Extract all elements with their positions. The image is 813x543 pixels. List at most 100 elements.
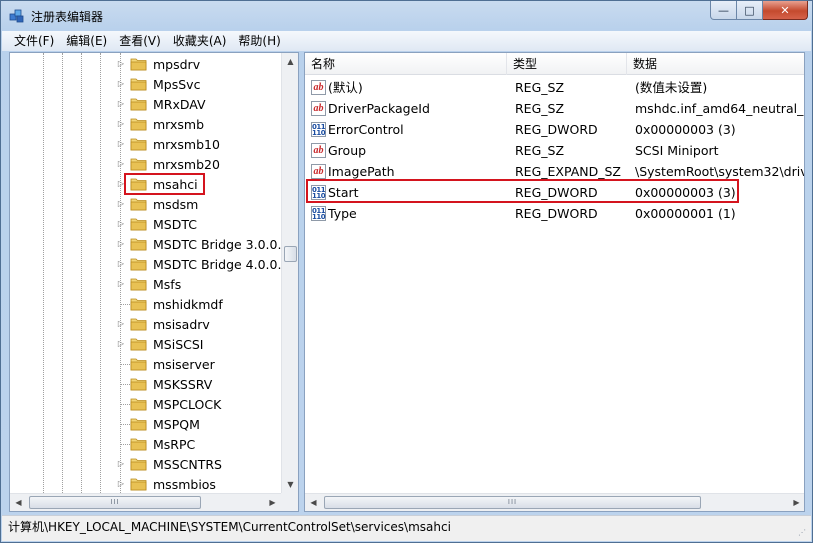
scroll-down-arrow-icon[interactable]: ▼ [282, 476, 299, 493]
folder-icon [130, 458, 147, 471]
tree-item[interactable]: ▷ MpsSvc [10, 74, 282, 94]
column-header-data[interactable]: 数据 [627, 53, 804, 75]
folder-icon [130, 218, 147, 231]
tree-item[interactable]: ▷ MSSCNTRS [10, 454, 282, 474]
tree-item[interactable]: ▷ MSDTC [10, 214, 282, 234]
string-value-icon: ab [311, 101, 326, 116]
tree-item-label: msisadrv [153, 317, 210, 332]
tree-item[interactable]: ▷ mrxsmb10 [10, 134, 282, 154]
tree-item-label: msdsm [153, 197, 199, 212]
expand-arrow-icon[interactable]: ▷ [117, 479, 125, 489]
tree-item[interactable]: msiserver [10, 354, 282, 374]
tree-item[interactable]: ▷ msisadrv [10, 314, 282, 334]
minimize-button[interactable]: — [710, 1, 737, 20]
expand-arrow-icon[interactable]: ▷ [117, 119, 125, 129]
list-header: 名称 类型 数据 [305, 53, 804, 75]
value-row[interactable]: 011 110 Type REG_DWORD 0x00000001 (1) [305, 203, 804, 224]
key-tree-pane: ▷ mpsdrv ▷ MpsSvc ▷ MRxDAV ▷ mrxsmb ▷ mrxsmb10 ▷ mr… [9, 52, 299, 512]
tree-item-label: mpsdrv [153, 57, 201, 72]
tree-item-label: mssmbios [153, 477, 216, 492]
value-type: REG_SZ [515, 101, 565, 116]
scroll-left-arrow-icon[interactable]: ◀ [305, 494, 322, 511]
menu-favorites[interactable]: 收藏夹(A) [167, 32, 233, 50]
value-data: 0x00000001 (1) [635, 206, 736, 221]
value-row[interactable]: 011 110 ErrorControl REG_DWORD 0x00000003 (3… [305, 119, 804, 140]
expand-arrow-icon[interactable]: ▷ [117, 59, 125, 69]
folder-icon [130, 398, 147, 411]
tree-item[interactable]: MSPCLOCK [10, 394, 282, 414]
list-horizontal-scrollbar[interactable]: ◀ III ▶ [305, 493, 804, 511]
folder-icon [130, 418, 147, 431]
value-data: SCSI Miniport [635, 143, 719, 158]
folder-icon [130, 78, 147, 91]
menu-view[interactable]: 查看(V) [113, 32, 167, 50]
expand-arrow-icon[interactable]: ▷ [117, 459, 125, 469]
tree-item[interactable]: mshidkmdf [10, 294, 282, 314]
scroll-left-arrow-icon[interactable]: ◀ [10, 494, 27, 511]
tree-item[interactable]: ▷ Msfs [10, 274, 282, 294]
tree-item-label: mrxsmb10 [153, 137, 220, 152]
maximize-button[interactable]: □ [737, 1, 763, 20]
close-icon: ✕ [780, 3, 790, 17]
tree-hscroll-thumb[interactable]: III [29, 496, 201, 509]
string-value-icon: ab [311, 80, 326, 95]
tree-item[interactable]: ▷ mrxsmb [10, 114, 282, 134]
tree-scroll-thumb[interactable] [284, 246, 297, 262]
menu-help[interactable]: 帮助(H) [232, 32, 286, 50]
list-hscroll-thumb[interactable]: III [324, 496, 701, 509]
tree-item[interactable]: ▷ msdsm [10, 194, 282, 214]
menu-file[interactable]: 文件(F) [8, 32, 60, 50]
tree-item[interactable]: ▷ MSiSCSI [10, 334, 282, 354]
column-header-name[interactable]: 名称 [305, 53, 507, 75]
expand-arrow-icon[interactable]: ▷ [117, 219, 125, 229]
tree-item[interactable]: MSKSSRV [10, 374, 282, 394]
key-tree[interactable]: ▷ mpsdrv ▷ MpsSvc ▷ MRxDAV ▷ mrxsmb ▷ mrxsmb10 ▷ mr… [10, 53, 282, 493]
expand-arrow-icon[interactable]: ▷ [117, 259, 125, 269]
value-row[interactable]: ab DriverPackageId REG_SZ mshdc.inf_amd64_n… [305, 98, 804, 119]
tree-horizontal-scrollbar[interactable]: ◀ III ▶ [10, 493, 281, 511]
tree-item-label: MSKSSRV [153, 377, 213, 392]
expand-arrow-icon[interactable]: ▷ [117, 99, 125, 109]
expand-arrow-icon[interactable]: ▷ [117, 319, 125, 329]
close-button[interactable]: ✕ [763, 1, 808, 20]
value-row[interactable]: ab (默认) REG_SZ (数值未设置) [305, 77, 804, 98]
value-data: (数值未设置) [635, 80, 708, 95]
tree-item-label: MSPQM [153, 417, 200, 432]
tree-item[interactable]: MSPQM [10, 414, 282, 434]
expand-arrow-icon[interactable]: ▷ [117, 279, 125, 289]
value-name: ErrorControl [328, 122, 404, 137]
tree-item[interactable]: ▷ MSDTC Bridge 4.0.0.0 [10, 254, 282, 274]
tree-item-label: mrxsmb20 [153, 157, 220, 172]
regedit-icon [9, 9, 24, 23]
scroll-right-arrow-icon[interactable]: ▶ [264, 494, 281, 511]
tree-item[interactable]: ▷ mrxsmb20 [10, 154, 282, 174]
value-type: REG_DWORD [515, 206, 598, 221]
title-bar[interactable]: 注册表编辑器 — □ ✕ [1, 1, 812, 31]
value-row[interactable]: ab Group REG_SZ SCSI Miniport [305, 140, 804, 161]
value-name: ImagePath [328, 164, 395, 179]
expand-arrow-icon[interactable]: ▷ [117, 159, 125, 169]
tree-vertical-scrollbar[interactable]: ▲ ▼ [281, 53, 298, 493]
caption-buttons: — □ ✕ [710, 1, 808, 22]
resize-grip-icon[interactable]: ⋰ [798, 528, 808, 538]
string-value-icon: ab [311, 143, 326, 158]
tree-item-label: MSiSCSI [153, 337, 204, 352]
folder-icon [130, 98, 147, 111]
expand-arrow-icon[interactable]: ▷ [117, 139, 125, 149]
tree-item[interactable]: ▷ mpsdrv [10, 54, 282, 74]
column-header-type[interactable]: 类型 [507, 53, 627, 75]
tree-item-label: MpsSvc [153, 77, 201, 92]
highlight-box-start [306, 179, 739, 203]
scroll-right-arrow-icon[interactable]: ▶ [788, 494, 804, 511]
scroll-up-arrow-icon[interactable]: ▲ [282, 53, 299, 70]
values-pane: 名称 类型 数据 ab (默认) REG_SZ (数值未设置) ab DriverPack… [304, 52, 805, 512]
tree-item[interactable]: ▷ MRxDAV [10, 94, 282, 114]
menu-edit[interactable]: 编辑(E) [60, 32, 113, 50]
expand-arrow-icon[interactable]: ▷ [117, 199, 125, 209]
expand-arrow-icon[interactable]: ▷ [117, 79, 125, 89]
tree-item[interactable]: ▷ mssmbios [10, 474, 282, 493]
expand-arrow-icon[interactable]: ▷ [117, 339, 125, 349]
expand-arrow-icon[interactable]: ▷ [117, 239, 125, 249]
tree-item[interactable]: ▷ MSDTC Bridge 3.0.0.0 [10, 234, 282, 254]
tree-item[interactable]: MsRPC [10, 434, 282, 454]
